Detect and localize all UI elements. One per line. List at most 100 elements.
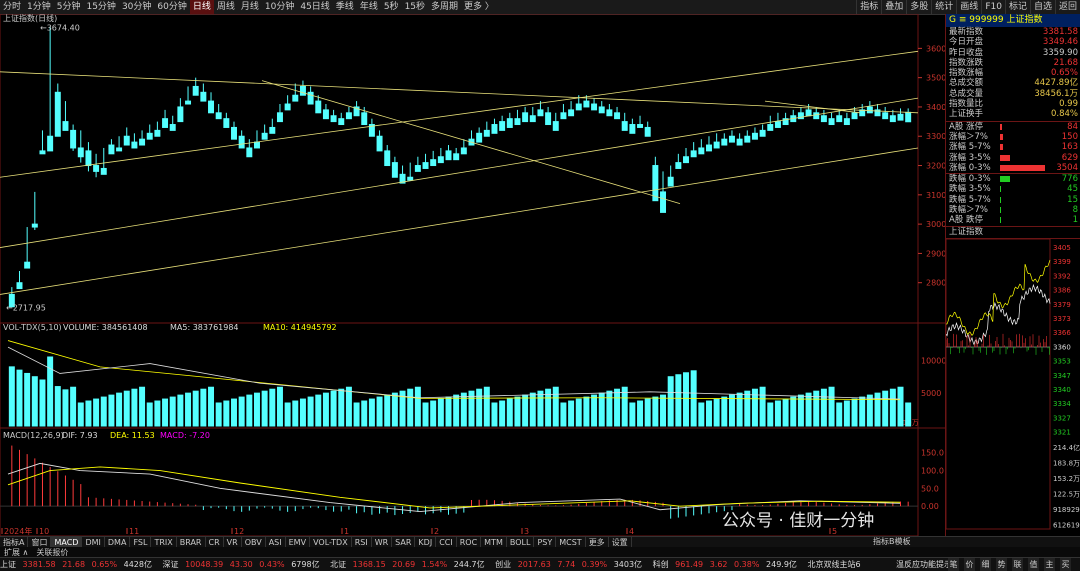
period-tab-4[interactable]: 30分钟 [119, 0, 154, 14]
toolbar-button-8[interactable]: 返回 [1054, 0, 1080, 14]
candle-body [200, 91, 207, 102]
volume-bar [705, 400, 712, 427]
volume-bar [621, 386, 628, 427]
period-tab-15[interactable]: 多周期 [428, 0, 461, 14]
chart-svg[interactable]: 上证指数(日线) 3600 3500 3400 3300 3200 3100 3000 2900… [0, 13, 946, 537]
macd-y-label: 100.0 [921, 467, 944, 476]
status-icon-2[interactable]: 细 [980, 558, 991, 571]
volume-bar [338, 388, 345, 427]
chart-area[interactable]: 上证指数(日线) 3600 3500 3400 3300 3200 3100 3000 2900… [0, 13, 946, 537]
toolbar-button-4[interactable]: 画线 [956, 0, 981, 14]
period-tab-12[interactable]: 年线 [357, 0, 381, 14]
macd-header-dea: DEA: 11.53 [110, 431, 155, 440]
toolbar-button-6[interactable]: 标记 [1004, 0, 1030, 14]
period-tab-8[interactable]: 月线 [238, 0, 262, 14]
period-tab-7[interactable]: 周线 [214, 0, 238, 14]
candle-body [621, 121, 628, 131]
mini-y-label: 3353 [1053, 357, 1071, 365]
period-tab-10[interactable]: 45日线 [297, 0, 332, 14]
candle-body [583, 100, 590, 108]
status-sz[interactable]: 深证 10048.39 43.30 0.43% 6798亿 [163, 560, 324, 569]
candle-body [560, 112, 567, 120]
candle-body [139, 138, 146, 146]
status-icon-0[interactable]: 笔 [948, 558, 959, 571]
status-icon-1[interactable]: 价 [964, 558, 975, 571]
period-tab-14[interactable]: 15秒 [402, 0, 428, 14]
status-icon-3[interactable]: 势 [996, 558, 1007, 571]
status-icon-5[interactable]: 值 [1028, 558, 1039, 571]
status-cy[interactable]: 创业 2017.63 7.74 0.39% 3403亿 [495, 560, 646, 569]
period-tab-1[interactable]: 1分钟 [24, 0, 54, 14]
candle-body [713, 141, 720, 149]
intraday-mini-chart[interactable]: 3405 3399 3392 3386 3379 3373 3366 3360 3353 3347… [945, 238, 1080, 545]
period-tab-2[interactable]: 5分钟 [54, 0, 84, 14]
candle-body [231, 126, 237, 140]
period-tab-5[interactable]: 60分钟 [154, 0, 189, 14]
dist-bar [1000, 154, 1010, 161]
candle-body [100, 167, 107, 175]
volume-bar [116, 392, 123, 427]
up-dist-row-4: 涨幅 0-3% 3504 [946, 163, 1080, 173]
candle-body [660, 191, 667, 213]
volume-bar [843, 400, 850, 427]
y-tick-label: 2900 [926, 249, 945, 258]
indicator-b-tab-0[interactable]: 指标B [873, 537, 895, 546]
candle-body [253, 141, 260, 149]
volume-bar [759, 386, 766, 427]
volume-bar [407, 388, 414, 427]
candle-body [882, 112, 889, 120]
candle-body [644, 126, 651, 137]
dist-value: 84 [1067, 121, 1078, 132]
volume-bar [828, 386, 835, 427]
y-tick-label: 3100 [926, 191, 945, 200]
candle-body [629, 124, 636, 134]
toolbar-button-7[interactable]: 自选 [1029, 0, 1055, 14]
period-tab-6[interactable]: 日线 [189, 0, 214, 14]
status-tip: 温反应功能提示 [896, 560, 952, 569]
volume-bar [476, 388, 483, 427]
stat-label: 指数量比 [949, 99, 984, 110]
status-kc[interactable]: 科创 961.49 3.62 0.38% 249.9亿 [653, 560, 801, 569]
stat-label: 指数涨跌 [949, 57, 984, 68]
candle-body [736, 138, 743, 146]
candle-body [116, 147, 123, 152]
status-icon-7[interactable]: 买 [1060, 558, 1071, 571]
stat-row-4: 指数涨幅 0.65% [946, 68, 1080, 78]
stat-value: 0.99 [1059, 99, 1078, 110]
toolbar-button-5[interactable]: F10 [981, 0, 1005, 14]
volume-bar [284, 402, 291, 427]
dist-value: 150 [1061, 131, 1078, 142]
toolbar-button-3[interactable]: 统计 [931, 0, 956, 14]
candle-body [552, 121, 559, 131]
status-bz[interactable]: 北证 1368.15 20.69 1.54% 244.7亿 [330, 560, 489, 569]
volume-bar [77, 402, 84, 427]
toolbar-button-0[interactable]: 指标 [856, 0, 881, 14]
indicator-b-tab-1[interactable]: 模板 [895, 537, 911, 546]
mini-y-label: 3347 [1053, 371, 1071, 379]
candle-body [820, 115, 827, 123]
status-sh[interactable]: 上证 3381.58 21.68 0.65% 4428亿 [0, 560, 156, 569]
dist-label: 涨幅＞7% [949, 131, 988, 142]
status-icon-6[interactable]: 主 [1044, 558, 1055, 571]
candle-body [208, 100, 215, 114]
status-server[interactable]: 北京双线主站6 [807, 560, 860, 569]
volume-bar [905, 402, 912, 427]
period-tab-9[interactable]: 10分钟 [262, 0, 297, 14]
y-tick-label: 3200 [926, 162, 945, 171]
period-tab-3[interactable]: 15分钟 [83, 0, 118, 14]
toolbar-button-2[interactable]: 多股 [906, 0, 931, 14]
dist-bar [1000, 217, 1001, 224]
period-tab-11[interactable]: 季线 [333, 0, 357, 14]
status-icon-4[interactable]: 联 [1012, 558, 1023, 571]
mini-y-label: 3373 [1053, 315, 1071, 323]
period-tab-0[interactable]: 分时 [0, 0, 24, 14]
volume-bar [39, 379, 46, 427]
period-tab-13[interactable]: 5秒 [381, 0, 402, 14]
candle-body [261, 132, 268, 140]
candle-body [506, 118, 513, 128]
dist-value: 3504 [1056, 162, 1078, 173]
toolbar-button-1[interactable]: 叠加 [881, 0, 906, 14]
period-tab-16[interactable]: 更多 〉 [461, 0, 497, 14]
volume-bar [437, 398, 444, 427]
candle-body [721, 138, 728, 146]
